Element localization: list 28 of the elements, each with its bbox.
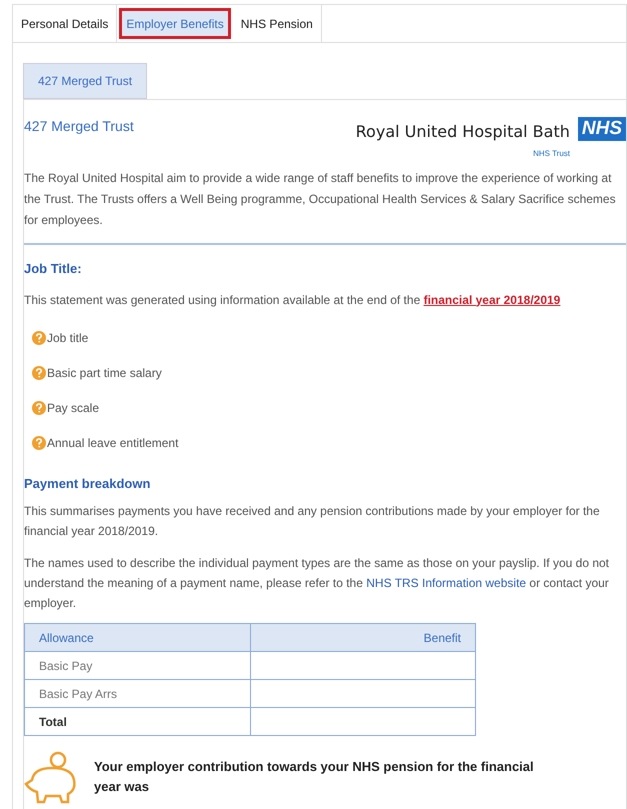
org-name: Royal United Hospital Bath [356, 121, 570, 143]
pension-note: Your employer contribution towards your NHS pension for the financial year was [94, 758, 534, 796]
help-icon[interactable] [32, 330, 46, 344]
intro-text: The Royal United Hospital aim to provide a wide range of staff benefits to improve the experience of working at the Trust. The Trusts offers a Well Being programme, Occupational Health Services & Salary Sacrifice schemes for employees. [24, 170, 617, 229]
info-text: The names used to describe the individual payment types are the same as those on your payslip. If you do not understand the meaning of a payment name, please refer to the NHS TRS Information website or contact your employer. [24, 555, 610, 612]
column-header: Allowance [24, 624, 250, 652]
table-cell: Total [24, 708, 250, 736]
field-label: Pay scale [47, 400, 100, 416]
field-label: Annual leave entitlement [47, 434, 178, 452]
table-cell: Basic Pay [24, 652, 250, 680]
nhs-logo: NHS [578, 117, 626, 141]
column-header: Benefit [250, 624, 476, 652]
statement-text: This statement was generated using information available at the end of the financial year 2018/2019 [24, 292, 562, 308]
tab[interactable]: 427 Merged Trust [23, 63, 148, 99]
field-label: Basic part time salary [47, 364, 162, 382]
org-subtitle: NHS Trust [533, 148, 570, 160]
help-icon[interactable] [32, 366, 46, 380]
table-cell: Basic Pay Arrs [24, 680, 250, 708]
section-heading: Payment breakdown [24, 474, 152, 493]
financial-year-link[interactable]: financial year 2018/2019 [424, 292, 560, 306]
summary-text: This summarises payments you have received and any pension contributions made by your employer for the financial year 2018/2019. [24, 503, 601, 540]
help-icon[interactable] [32, 436, 46, 450]
tab[interactable]: Employer Benefits [119, 8, 231, 39]
field-label: Job title [47, 330, 88, 346]
help-icon[interactable] [32, 400, 46, 414]
section-heading: Job Title: [24, 260, 83, 278]
section-title: 427 Merged Trust [24, 117, 134, 136]
trs-website-link[interactable]: NHS TRS Information website [366, 576, 526, 590]
